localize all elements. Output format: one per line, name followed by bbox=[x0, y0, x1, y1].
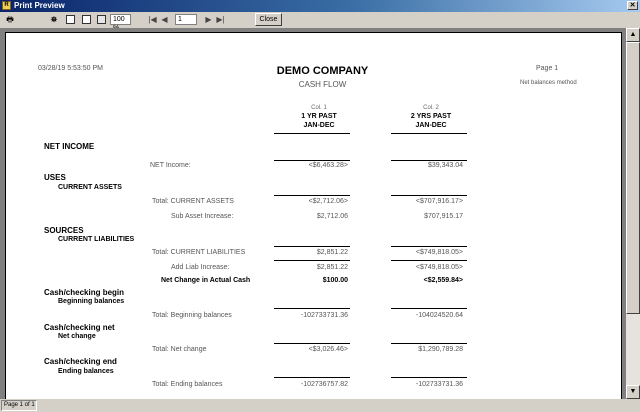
col2-range: JAN-DEC bbox=[415, 122, 447, 129]
row-value-col2: <$749,818.05> bbox=[415, 264, 463, 271]
total-line bbox=[274, 160, 350, 161]
section-uses: USES bbox=[44, 173, 66, 182]
net-change-col1: $100.00 bbox=[322, 277, 348, 284]
page-number-input[interactable]: 1 bbox=[175, 14, 197, 25]
row-value-col1: $2,712.06 bbox=[316, 213, 348, 220]
report-page: 03/28/19 5:53:50 PM DEMO COMPANY CASH FL… bbox=[5, 32, 622, 399]
section-cash-end: Cash/checking end bbox=[44, 357, 117, 366]
report-timestamp: 03/28/19 5:53:50 PM bbox=[38, 65, 103, 72]
row-label: Add Liab Increase: bbox=[171, 264, 230, 271]
method-label: Net balances method bbox=[520, 80, 577, 86]
prev-page-icon[interactable]: ◀ bbox=[159, 14, 170, 26]
row-value-col2: $1,290,789.28 bbox=[418, 346, 463, 353]
printer-icon[interactable]: 🖶 bbox=[4, 14, 16, 26]
col2-title: 2 YRS PAST bbox=[410, 113, 452, 120]
row-label: Total: CURRENT ASSETS bbox=[152, 198, 234, 205]
total-line bbox=[391, 195, 467, 196]
total-line bbox=[391, 343, 467, 344]
total-line bbox=[274, 260, 350, 261]
row-value-col2: $39,343.04 bbox=[427, 162, 463, 169]
total-line bbox=[391, 308, 467, 309]
close-button[interactable]: Close bbox=[255, 13, 282, 26]
window-close-icon[interactable]: ✕ bbox=[627, 1, 638, 10]
group-beginning-balances: Beginning balances bbox=[58, 298, 125, 305]
scroll-up-icon[interactable]: ▲ bbox=[626, 28, 640, 42]
section-cash-begin: Cash/checking begin bbox=[44, 288, 125, 297]
vertical-scrollbar[interactable]: ▲ ▼ bbox=[626, 28, 640, 399]
status-bar: Page 1 of 1 bbox=[0, 399, 640, 412]
page-label: Page 1 bbox=[536, 65, 559, 72]
row-value-col2: $707,915.17 bbox=[424, 213, 463, 220]
total-line bbox=[274, 343, 350, 344]
row-label: Sub Asset Increase: bbox=[171, 213, 234, 220]
total-line bbox=[274, 308, 350, 309]
preview-area[interactable]: 03/28/19 5:53:50 PM DEMO COMPANY CASH FL… bbox=[0, 28, 626, 399]
row-value-col1: -102736757.82 bbox=[300, 381, 348, 388]
row-label: Total: Beginning balances bbox=[152, 312, 232, 319]
app-icon: R bbox=[2, 1, 11, 10]
group-ending-balances: Ending balances bbox=[58, 368, 114, 375]
row-label: Total: CURRENT LIABILITIES bbox=[152, 249, 246, 256]
toolbar: 🖶 ⛯ 100 % |◀ ◀ 1 ▶ ▶| Close bbox=[0, 12, 640, 32]
group-current-liabilities: CURRENT LIABILITIES bbox=[58, 236, 135, 243]
net-change-label: Net Change in Actual Cash bbox=[161, 277, 251, 284]
total-line bbox=[391, 246, 467, 247]
last-page-icon[interactable]: ▶| bbox=[215, 14, 226, 26]
col1-title: 1 YR PAST bbox=[301, 113, 337, 120]
column-underline bbox=[391, 133, 467, 134]
multi-page-icon[interactable] bbox=[97, 15, 106, 24]
row-value-col1: $2,851.22 bbox=[316, 249, 348, 256]
scroll-down-icon[interactable]: ▼ bbox=[626, 385, 640, 399]
two-page-icon[interactable] bbox=[82, 15, 91, 24]
single-page-icon[interactable] bbox=[66, 15, 75, 24]
zoom-input[interactable]: 100 % bbox=[110, 14, 131, 32]
report-title: CASH FLOW bbox=[298, 80, 347, 89]
row-value-col1: <$3,026.46> bbox=[308, 346, 348, 353]
total-line bbox=[274, 377, 350, 378]
col1-range: JAN-DEC bbox=[303, 122, 335, 129]
row-value-col2: -102733731.36 bbox=[415, 381, 463, 388]
col2-number: Col. 2 bbox=[423, 105, 439, 111]
section-sources: SOURCES bbox=[44, 226, 84, 235]
column-underline bbox=[274, 133, 350, 134]
row-value-col2: <$707,916.17> bbox=[415, 198, 463, 205]
total-line bbox=[391, 160, 467, 161]
window-title: Print Preview bbox=[14, 1, 65, 10]
scroll-thumb[interactable] bbox=[626, 42, 640, 314]
row-value-col1: <$2,712.06> bbox=[308, 198, 348, 205]
group-current-assets: CURRENT ASSETS bbox=[58, 184, 122, 191]
first-page-icon[interactable]: |◀ bbox=[147, 14, 158, 26]
row-value-col2: -104024520.64 bbox=[415, 312, 463, 319]
total-line bbox=[274, 246, 350, 247]
row-value-col1: -102733731.36 bbox=[300, 312, 348, 319]
row-label: NET Income: bbox=[150, 162, 191, 169]
row-value-col1: $2,851.22 bbox=[316, 264, 348, 271]
status-page-count: Page 1 of 1 bbox=[1, 400, 37, 411]
total-line bbox=[391, 260, 467, 261]
col1-number: Col. 1 bbox=[311, 105, 327, 111]
net-change-col2: <$2,559.84> bbox=[423, 277, 463, 284]
next-page-icon[interactable]: ▶ bbox=[203, 14, 214, 26]
binoculars-icon[interactable]: ⛯ bbox=[48, 14, 60, 26]
row-label: Total: Net change bbox=[152, 346, 207, 353]
title-bar: R Print Preview ✕ bbox=[0, 0, 640, 12]
row-label: Total: Ending balances bbox=[152, 381, 223, 388]
group-net-change: Net change bbox=[58, 333, 96, 340]
total-line bbox=[274, 195, 350, 196]
total-line bbox=[391, 377, 467, 378]
row-value-col2: <$749,818.05> bbox=[415, 249, 463, 256]
row-value-col1: <$6,463.28> bbox=[308, 162, 348, 169]
section-net-income: NET INCOME bbox=[44, 142, 95, 151]
company-name: DEMO COMPANY bbox=[276, 65, 369, 77]
section-cash-net: Cash/checking net bbox=[44, 323, 115, 332]
